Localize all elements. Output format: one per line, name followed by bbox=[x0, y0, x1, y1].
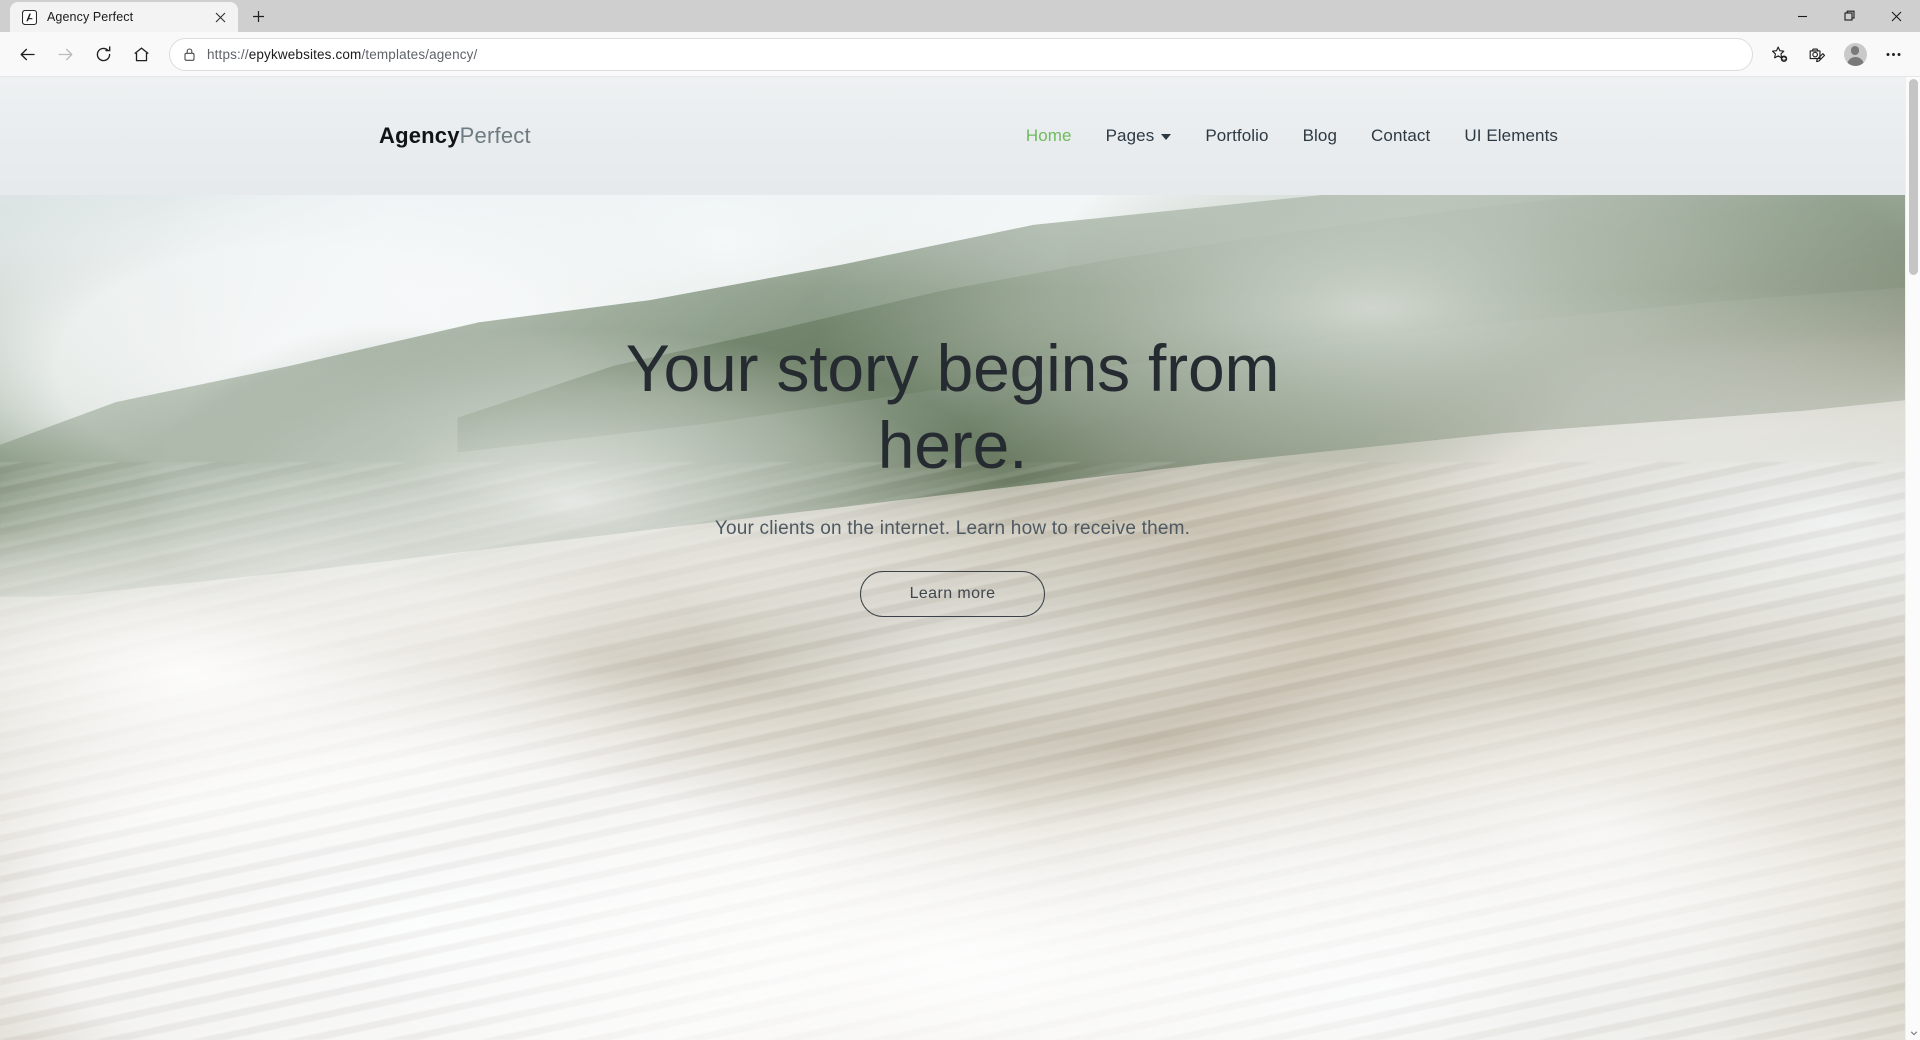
close-tab-icon[interactable] bbox=[210, 7, 230, 27]
agency-perfect-favicon bbox=[21, 9, 38, 26]
address-bar[interactable]: https://epykwebsites.com/templates/agenc… bbox=[169, 37, 1753, 71]
nav-item-contact-label: Contact bbox=[1371, 126, 1431, 145]
learn-more-button[interactable]: Learn more bbox=[859, 571, 1046, 618]
page-scrollbar[interactable] bbox=[1905, 77, 1920, 1040]
nav-item-ui-elements-label: UI Elements bbox=[1464, 126, 1558, 145]
reload-icon[interactable] bbox=[84, 37, 122, 71]
nav-item-ui-elements[interactable]: UI Elements bbox=[1447, 120, 1575, 152]
tab-title: Agency Perfect bbox=[47, 10, 134, 24]
main-navigation: Home Pages Portfolio Blog Contact UI Ele… bbox=[1009, 120, 1575, 152]
maximize-restore-button[interactable] bbox=[1826, 0, 1873, 32]
add-favorite-star-icon[interactable] bbox=[1760, 37, 1798, 71]
site-header: AgencyPerfect Home Pages Portfolio Blog bbox=[0, 77, 1905, 195]
nav-item-pages[interactable]: Pages bbox=[1089, 120, 1189, 152]
window-controls bbox=[1779, 0, 1920, 32]
browser-window: Agency Perfect https://epykwebsites.com/… bbox=[0, 0, 1920, 1040]
forward-icon[interactable] bbox=[46, 37, 84, 71]
page-viewport: Your story begins from here. Your client… bbox=[0, 77, 1920, 1040]
web-page: Your story begins from here. Your client… bbox=[0, 77, 1905, 1040]
hero-content: Your story begins from here. Your client… bbox=[0, 77, 1905, 1040]
nav-item-home-label: Home bbox=[1025, 126, 1072, 145]
chevron-down-icon bbox=[1161, 134, 1172, 140]
profile-avatar[interactable] bbox=[1836, 37, 1874, 71]
new-tab-button[interactable] bbox=[243, 1, 273, 31]
nav-item-portfolio-label: Portfolio bbox=[1205, 126, 1269, 145]
hero-subtitle: Your clients on the internet. Learn how … bbox=[714, 518, 1191, 540]
browser-toolbar: https://epykwebsites.com/templates/agenc… bbox=[0, 32, 1920, 77]
minimize-button[interactable] bbox=[1779, 0, 1826, 32]
brand-light-text: Perfect bbox=[459, 123, 531, 148]
url-text[interactable]: https://epykwebsites.com/templates/agenc… bbox=[207, 47, 1741, 62]
tab-strip: Agency Perfect bbox=[0, 0, 273, 32]
hero-title: Your story begins from here. bbox=[625, 330, 1280, 482]
brand-strong-text: Agency bbox=[379, 123, 460, 148]
nav-item-blog[interactable]: Blog bbox=[1286, 120, 1354, 152]
browser-titlebar: Agency Perfect bbox=[0, 0, 1920, 32]
nav-item-blog-label: Blog bbox=[1302, 126, 1338, 145]
close-window-button[interactable] bbox=[1873, 0, 1920, 32]
nav-item-portfolio[interactable]: Portfolio bbox=[1188, 120, 1285, 152]
scroll-down-icon[interactable] bbox=[1906, 1025, 1920, 1040]
scrollbar-thumb[interactable] bbox=[1909, 79, 1918, 275]
hero-section: Your story begins from here. Your client… bbox=[0, 77, 1905, 1040]
browser-tab[interactable]: Agency Perfect bbox=[10, 2, 238, 32]
back-icon[interactable] bbox=[8, 37, 46, 71]
avatar bbox=[1843, 42, 1867, 66]
nav-item-pages-label: Pages bbox=[1105, 126, 1155, 145]
nav-item-contact[interactable]: Contact bbox=[1354, 120, 1447, 152]
collections-icon[interactable] bbox=[1798, 37, 1836, 71]
toolbar-actions bbox=[1760, 37, 1912, 71]
home-icon[interactable] bbox=[122, 37, 160, 71]
site-info-lock-icon[interactable] bbox=[181, 47, 197, 62]
settings-and-more-icon[interactable] bbox=[1874, 37, 1912, 71]
site-logo[interactable]: AgencyPerfect bbox=[379, 123, 531, 149]
nav-item-home[interactable]: Home bbox=[1009, 120, 1089, 152]
